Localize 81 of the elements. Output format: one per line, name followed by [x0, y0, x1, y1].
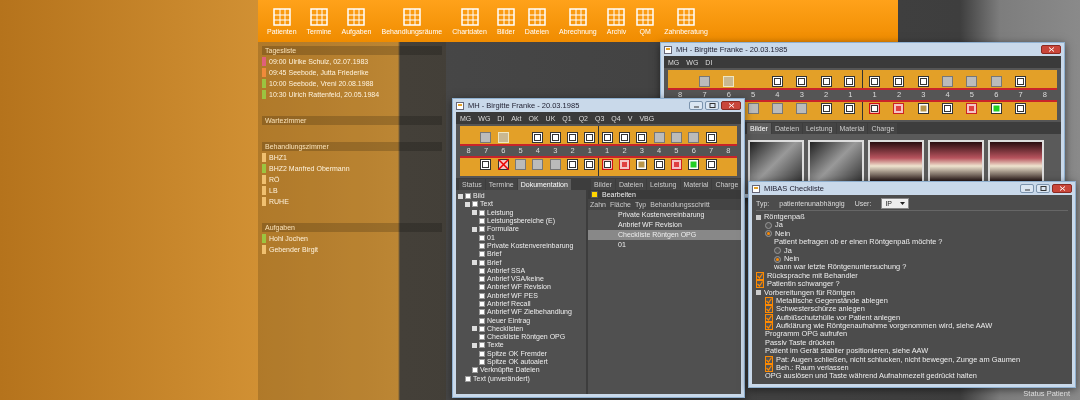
tooth-icon[interactable] — [990, 103, 1002, 114]
tooth-icon[interactable] — [869, 103, 881, 114]
maximize-icon — [708, 103, 716, 108]
tooth-icon[interactable] — [653, 159, 665, 170]
tooth-icon[interactable] — [1015, 103, 1027, 114]
close-icon — [1047, 47, 1055, 52]
grid-icon — [677, 7, 695, 26]
checkbox[interactable] — [756, 280, 764, 289]
tooth-icon[interactable] — [917, 103, 929, 114]
tooth-icon[interactable] — [601, 132, 613, 143]
checkbox[interactable] — [765, 305, 773, 314]
grid-icon — [272, 7, 291, 26]
tooth-icon[interactable] — [636, 159, 648, 170]
grid-icon — [347, 7, 366, 26]
tooth-icon[interactable] — [705, 159, 717, 170]
tooth-icon[interactable] — [688, 159, 700, 170]
tooth-icon[interactable] — [549, 132, 561, 143]
tooth-icon[interactable] — [771, 76, 783, 87]
radio-button[interactable] — [765, 230, 772, 238]
tooth-icon[interactable] — [618, 132, 630, 143]
edit-icon[interactable] — [591, 191, 598, 198]
radio-button[interactable] — [765, 222, 772, 230]
radio-button[interactable] — [774, 247, 781, 255]
xray-placeholder[interactable] — [808, 140, 864, 184]
tooth-icon[interactable] — [917, 76, 929, 87]
grid-icon — [402, 7, 421, 26]
radio-button[interactable] — [774, 255, 781, 263]
grid-icon — [527, 7, 546, 26]
tooth-icon[interactable] — [583, 132, 595, 143]
checkbox[interactable] — [765, 322, 773, 331]
close-icon — [727, 103, 735, 108]
grid-icon — [460, 7, 479, 26]
expander-icon[interactable] — [756, 290, 761, 296]
tooth-icon[interactable] — [844, 103, 856, 114]
checkbox[interactable] — [756, 271, 764, 280]
close-button[interactable] — [1041, 45, 1061, 54]
checkbox[interactable] — [765, 313, 773, 322]
close-button[interactable] — [721, 101, 741, 110]
app-icon — [664, 45, 672, 54]
tooth-icon[interactable] — [601, 159, 613, 170]
tooth-icon[interactable] — [532, 132, 544, 143]
grid-icon — [310, 7, 329, 26]
maximize-button[interactable] — [1036, 184, 1050, 193]
tooth-icon[interactable] — [844, 76, 856, 87]
tooth-icon[interactable] — [820, 76, 832, 87]
tooth-icon[interactable] — [893, 76, 905, 87]
tooth-icon[interactable] — [820, 103, 832, 114]
checkbox[interactable] — [765, 355, 773, 364]
expander-icon[interactable] — [472, 226, 477, 232]
tooth-icon[interactable] — [636, 132, 648, 143]
tooth-icon[interactable] — [497, 159, 509, 170]
grid-icon — [496, 7, 515, 26]
tooth-icon[interactable] — [583, 159, 595, 170]
grid-icon — [607, 7, 626, 26]
checkbox[interactable] — [765, 364, 773, 373]
checkbox[interactable] — [765, 297, 773, 306]
expander-icon[interactable] — [472, 326, 477, 332]
close-icon — [1058, 186, 1066, 191]
photo-placeholder[interactable] — [988, 140, 1044, 184]
maximize-button[interactable] — [705, 101, 719, 110]
photo-placeholder[interactable] — [928, 140, 984, 184]
tooth-icon[interactable] — [567, 132, 579, 143]
photo-placeholder[interactable] — [868, 140, 924, 184]
tooth-icon[interactable] — [480, 159, 492, 170]
caret-icon — [900, 202, 905, 205]
tooth-icon[interactable] — [1015, 76, 1027, 87]
tooth-icon[interactable] — [869, 76, 881, 87]
tooth-icon[interactable] — [942, 103, 954, 114]
tooth-icon[interactable] — [796, 76, 808, 87]
expander-icon[interactable] — [756, 214, 761, 220]
minimize-icon — [692, 103, 700, 108]
maximize-icon — [1039, 186, 1047, 191]
xray-placeholder[interactable] — [748, 140, 804, 184]
minimize-icon — [1023, 186, 1031, 191]
app-icon — [456, 101, 464, 110]
tooth-icon[interactable] — [705, 132, 717, 143]
app-icon — [752, 184, 760, 193]
grid-icon — [568, 7, 587, 26]
tooth-icon[interactable] — [567, 159, 579, 170]
close-button[interactable] — [1052, 184, 1072, 193]
grid-icon — [636, 7, 655, 26]
